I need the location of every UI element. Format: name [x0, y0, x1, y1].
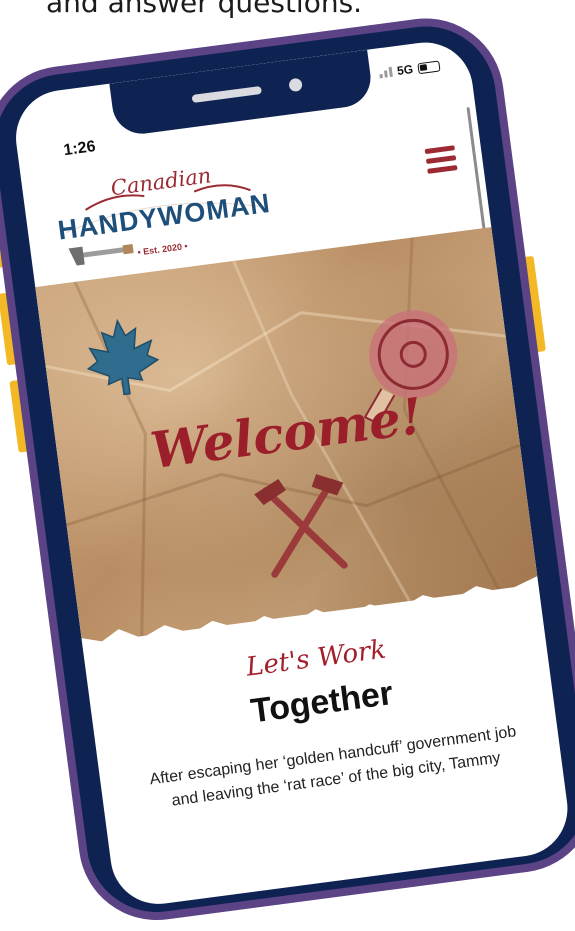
speaker-grille	[191, 85, 262, 104]
maple-leaf-icon	[86, 318, 160, 396]
network-type: 5G	[396, 62, 414, 78]
phone-mockup: 1:26 5G Canadian HANDYWOMAN • Est. 2020 …	[0, 9, 575, 930]
hamburger-menu-icon[interactable]	[424, 145, 458, 175]
status-time: 1:26	[62, 138, 97, 160]
battery-icon	[417, 59, 441, 74]
front-camera	[288, 77, 303, 93]
status-indicators: 5G	[378, 58, 441, 80]
crossed-hammers-icon	[254, 474, 348, 578]
signal-icon	[379, 66, 393, 79]
